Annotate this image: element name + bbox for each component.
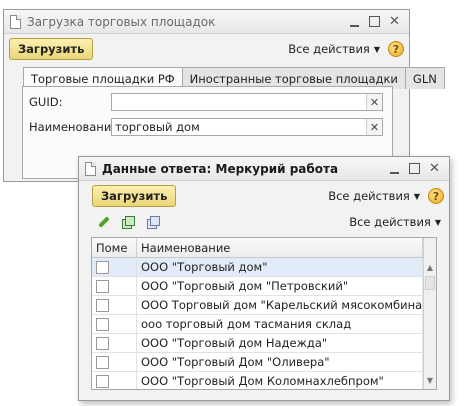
command-bar: Загрузить Все действия ▼ ?	[4, 34, 409, 64]
table-row[interactable]: ООО "Торговый дом "Петровский"	[92, 277, 436, 296]
load-button[interactable]: Загрузить	[92, 185, 177, 207]
mark-cell	[92, 372, 137, 389]
minimize-icon[interactable]	[386, 160, 403, 177]
name-field[interactable]: торговый дом ✕	[111, 118, 383, 136]
guid-field[interactable]: ✕	[111, 93, 383, 111]
name-cell: ООО "Торговый Дом "Оливера"	[137, 353, 423, 371]
name-value: торговый дом	[115, 120, 200, 134]
name-row: Наименование:	[29, 120, 122, 134]
doc-icon	[85, 161, 96, 176]
name-label: Наименование:	[29, 120, 123, 134]
name-cell: ООО Торговый дом "Карельский мясокомбина…	[137, 296, 423, 314]
all-actions-menu[interactable]: Все действия ▼	[328, 189, 420, 203]
response-data-window: Данные ответа: Меркурий работа ✕ Загрузи…	[78, 156, 450, 401]
help-icon[interactable]: ?	[388, 41, 404, 57]
grid-toolbar: Все действия ▼	[79, 211, 449, 233]
row-checkbox[interactable]	[96, 279, 109, 293]
titlebar: Загрузка торговых площадок ✕	[4, 10, 409, 34]
column-header-mark[interactable]: Поме	[92, 238, 137, 257]
doc-icon	[10, 14, 21, 29]
mark-cell	[92, 315, 137, 333]
chevron-down-icon: ▼	[413, 191, 420, 201]
chevron-down-icon: ▼	[373, 44, 380, 54]
minimize-icon[interactable]	[346, 13, 363, 30]
window-title: Загрузка торговых площадок	[27, 14, 216, 29]
table-body: ООО "Торговый дом" ООО "Торговый дом "Пет…	[92, 258, 436, 389]
maximize-icon[interactable]	[366, 13, 383, 30]
scroll-up-icon[interactable]: ▲	[424, 260, 436, 274]
clear-icon[interactable]: ✕	[366, 94, 382, 110]
name-cell: ООО "Торговый дом Надежда"	[137, 334, 423, 352]
name-cell: ооо торговый дом тасмания склад	[137, 315, 423, 333]
row-checkbox[interactable]	[96, 260, 109, 274]
grid-all-actions-menu[interactable]: Все действия ▼	[349, 215, 441, 229]
all-actions-menu[interactable]: Все действия ▼	[288, 42, 380, 56]
maximize-icon[interactable]	[406, 160, 423, 177]
table-row[interactable]: ООО "Торговый дом"	[92, 258, 436, 277]
edit-icon[interactable]	[95, 214, 113, 230]
clear-icon[interactable]: ✕	[366, 119, 382, 135]
scroll-thumb[interactable]	[425, 276, 435, 290]
table-row[interactable]: ООО "Торговый дом Надежда"	[92, 334, 436, 353]
table-row[interactable]: ООО Торговый дом "Карельский мясокомбина…	[92, 296, 436, 315]
chevron-down-icon: ▼	[434, 217, 441, 227]
window-title: Данные ответа: Меркурий работа	[102, 161, 339, 176]
titlebar: Данные ответа: Меркурий работа ✕	[79, 157, 449, 181]
row-checkbox[interactable]	[96, 298, 109, 312]
mark-cell	[92, 277, 137, 295]
row-checkbox[interactable]	[96, 355, 109, 369]
name-cell: ООО "Торговый Дом Коломнахлебпром"	[137, 372, 423, 389]
guid-label: GUID:	[29, 95, 63, 109]
scroll-down-icon[interactable]: ▼	[424, 373, 436, 387]
results-table: Поме Наименование ООО "Торговый дом" ООО …	[91, 237, 437, 390]
row-checkbox[interactable]	[96, 336, 109, 350]
command-bar: Загрузить Все действия ▼ ?	[79, 181, 449, 211]
guid-row: GUID:	[29, 95, 62, 109]
mark-cell	[92, 353, 137, 371]
check-all-icon[interactable]	[120, 214, 138, 230]
all-actions-label: Все действия	[328, 189, 410, 203]
all-actions-label: Все действия	[288, 42, 370, 56]
mark-cell	[92, 296, 137, 314]
help-icon[interactable]: ?	[428, 188, 444, 204]
uncheck-all-icon[interactable]	[145, 214, 163, 230]
table-header: Поме Наименование	[92, 238, 436, 258]
name-cell: ООО "Торговый дом "Петровский"	[137, 277, 423, 295]
tab-gln[interactable]: GLN	[404, 67, 445, 89]
grid-all-actions-label: Все действия	[349, 215, 431, 229]
name-cell: ООО "Торговый дом"	[137, 258, 423, 276]
mark-cell	[92, 258, 137, 276]
table-row[interactable]: ООО "Торговый Дом Коломнахлебпром"	[92, 372, 436, 389]
column-header-name[interactable]: Наименование	[137, 238, 423, 257]
close-icon[interactable]: ✕	[426, 160, 443, 177]
vertical-scrollbar[interactable]: ▲ ▼	[423, 238, 436, 389]
table-row[interactable]: ооо торговый дом тасмания склад	[92, 315, 436, 334]
row-checkbox[interactable]	[96, 374, 109, 388]
load-button[interactable]: Загрузить	[9, 38, 94, 60]
close-icon[interactable]: ✕	[386, 13, 403, 30]
table-row[interactable]: ООО "Торговый Дом "Оливера"	[92, 353, 436, 372]
mark-cell	[92, 334, 137, 352]
row-checkbox[interactable]	[96, 317, 109, 331]
